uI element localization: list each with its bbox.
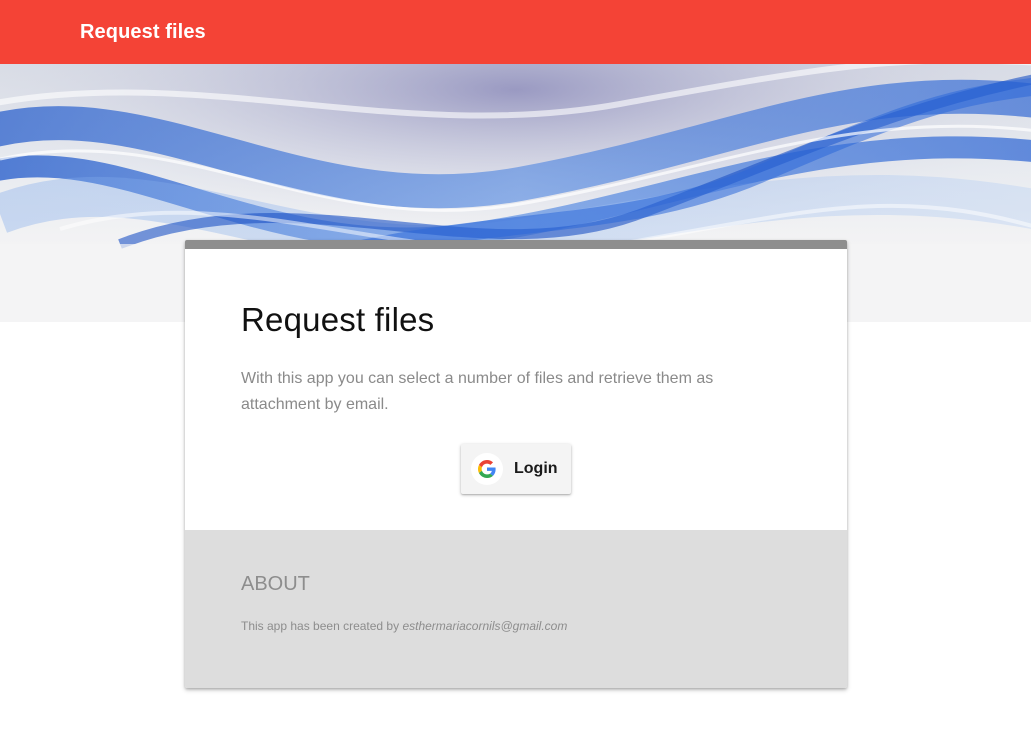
about-section: ABOUT This app has been created by esthe…	[185, 530, 847, 688]
card-description: With this app you can select a number of…	[241, 370, 714, 413]
google-login-button[interactable]: Login	[461, 444, 571, 494]
about-heading: ABOUT	[241, 573, 310, 595]
about-credit-prefix: This app has been created by	[241, 619, 400, 633]
app-title: Request files	[80, 20, 206, 43]
card-top-accent-bar	[185, 240, 847, 249]
card-content: Request files With this app you can sele…	[185, 249, 847, 530]
author-email: esthermariacornils@gmail.com	[402, 619, 568, 633]
about-credit: This app has been created by esthermaria…	[241, 619, 567, 633]
login-button-label: Login	[514, 460, 558, 477]
google-icon	[471, 453, 503, 485]
card-title: Request files	[241, 301, 435, 338]
request-files-card: Request files With this app you can sele…	[185, 240, 847, 688]
app-bar: Request files	[0, 0, 1031, 64]
